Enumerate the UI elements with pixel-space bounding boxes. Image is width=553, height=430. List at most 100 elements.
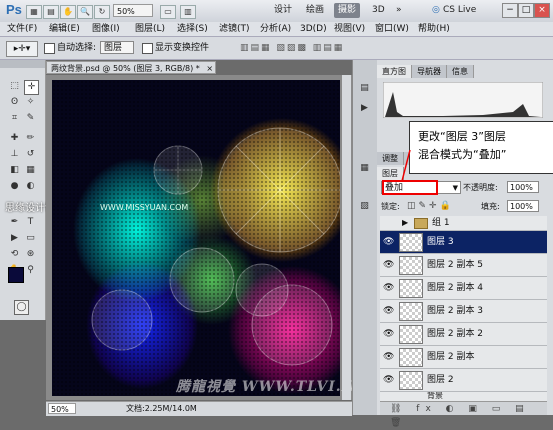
zoom-tool-icon-2[interactable]: ⚲	[24, 264, 37, 277]
flower-blue	[91, 289, 153, 351]
menu-layer[interactable]: 图层(L)	[132, 22, 168, 36]
3d-orbit-icon[interactable]: ⊛	[24, 248, 37, 261]
layer-row[interactable]: 👁 图层 2 副本 3	[380, 300, 547, 323]
menu-window[interactable]: 窗口(W)	[372, 22, 412, 36]
type-tool-icon[interactable]: T	[24, 216, 37, 229]
tab-info[interactable]: 信息	[447, 65, 474, 78]
healing-brush-icon[interactable]: ✚	[8, 132, 21, 145]
mini-bridge-icon[interactable]: ▤	[43, 5, 59, 19]
workspace-photography[interactable]: 摄影	[334, 3, 361, 18]
zoom-level-select[interactable]: 50%	[113, 4, 153, 17]
move-tool-preset-icon[interactable]: ▸✛▾	[6, 41, 38, 57]
history-brush-icon[interactable]: ↺	[24, 148, 37, 161]
visibility-eye-icon[interactable]: 👁	[383, 306, 394, 316]
visibility-eye-icon[interactable]: 👁	[383, 283, 394, 293]
layers-footer-buttons[interactable]: ⛓ fx ◐ ▣ ▭ ▤ 🗑	[380, 401, 547, 428]
align-buttons[interactable]: ▥▤▦ ▧▨▩ ▥▤▦	[240, 41, 390, 55]
menu-help[interactable]: 帮助(H)	[415, 22, 453, 36]
history-panel-icon[interactable]: ▤	[358, 82, 371, 95]
arrange-documents-icon[interactable]: ▥	[180, 5, 196, 19]
close-button[interactable]: ×	[534, 3, 550, 18]
blend-mode-arrow-icon: ▼	[452, 184, 458, 192]
layer-row-selected[interactable]: 👁 图层 3	[380, 231, 547, 254]
opacity-label: 不透明度:	[463, 183, 498, 192]
panel-icon-strip: ▤ ▶ ▦ ▨	[352, 60, 377, 415]
magic-wand-icon[interactable]: ✧	[24, 96, 37, 109]
auto-select-checkbox[interactable]	[44, 43, 55, 54]
gradient-tool-icon[interactable]: ▦	[24, 164, 37, 177]
brush-tool-icon[interactable]: ✏	[24, 132, 37, 145]
pen-tool-icon[interactable]: ✒	[8, 216, 21, 229]
rotate-view-icon[interactable]: ↻	[94, 5, 110, 19]
group-expand-icon[interactable]: ▶	[402, 218, 408, 227]
layer-row[interactable]: 👁 图层 2 副本 5	[380, 254, 547, 277]
bridge-icon[interactable]: ▦	[26, 5, 42, 19]
layer-row[interactable]: 👁 图层 2 副本 4	[380, 277, 547, 300]
clone-stamp-icon[interactable]: ⊥	[8, 148, 21, 161]
vertical-scrollbar[interactable]	[342, 75, 351, 400]
layer-row[interactable]: 👁 图层 2	[380, 369, 547, 392]
3d-rotate-icon[interactable]: ⟲	[8, 248, 21, 261]
menu-analysis[interactable]: 分析(A)	[257, 22, 294, 36]
workspace-design[interactable]: 设计	[270, 3, 296, 18]
callout-line-2: 混合模式为“叠加”	[418, 148, 507, 161]
menu-file[interactable]: 文件(F)	[4, 22, 40, 36]
menu-filter[interactable]: 滤镜(T)	[216, 22, 253, 36]
workspace-painting[interactable]: 绘画	[302, 3, 328, 18]
show-transform-checkbox[interactable]	[142, 43, 153, 54]
status-zoom-field[interactable]: 50%	[48, 403, 76, 414]
eyedropper-icon[interactable]: ✎	[24, 112, 37, 125]
tab-histogram[interactable]: 直方图	[377, 65, 412, 78]
document-tab[interactable]: 两纹背景.psd @ 50% (图层 3, RGB/8) * ×	[46, 61, 216, 74]
layer-thumbnail	[399, 233, 423, 252]
shape-tool-icon[interactable]: ▭	[24, 232, 37, 245]
menu-view[interactable]: 视图(V)	[331, 22, 368, 36]
layer-row[interactable]: 👁 图层 2 副本	[380, 346, 547, 369]
options-bar: ▸✛▾ 自动选择: 图层 显示变换控件 ▥▤▦ ▧▨▩ ▥▤▦	[0, 37, 553, 60]
menu-select[interactable]: 选择(S)	[174, 22, 211, 36]
styles-panel-icon[interactable]: ▨	[358, 200, 371, 213]
dodge-tool-icon[interactable]: ◐	[24, 180, 37, 193]
path-select-icon[interactable]: ▶	[8, 232, 21, 245]
swatches-panel-icon[interactable]: ▦	[358, 162, 371, 175]
menu-3d[interactable]: 3D(D)	[297, 22, 330, 36]
eraser-tool-icon[interactable]: ◧	[8, 164, 21, 177]
tab-navigator[interactable]: 导航器	[412, 65, 447, 78]
menu-image[interactable]: 图像(I)	[89, 22, 123, 36]
opacity-input[interactable]: 100%	[507, 181, 539, 193]
flower-yellow-large	[217, 127, 340, 253]
zoom-tool-icon[interactable]: 🔍	[77, 5, 93, 19]
document-canvas[interactable]	[52, 80, 340, 396]
quick-mask-icon[interactable]: ◯	[14, 300, 29, 315]
lock-icons[interactable]: ◫✎✛🔒	[407, 200, 454, 212]
visibility-eye-icon[interactable]: 👁	[383, 329, 394, 339]
marquee-tool-icon[interactable]: ⬚	[8, 80, 21, 93]
move-tool-icon[interactable]: ✛	[24, 80, 39, 95]
foreground-color-swatch[interactable]	[8, 267, 24, 283]
cs-live-button[interactable]: ◎ CS Live	[432, 3, 476, 18]
layer-row[interactable]: 👁 图层 2 副本 2	[380, 323, 547, 346]
screen-mode-icon[interactable]: ▭	[160, 5, 176, 19]
blur-tool-icon[interactable]: ●	[8, 180, 21, 193]
crop-tool-icon[interactable]: ⌗	[8, 112, 21, 125]
lasso-tool-icon[interactable]: ʘ	[8, 96, 21, 109]
document-tab-close[interactable]: ×	[206, 64, 213, 73]
tools-header	[0, 60, 45, 68]
visibility-eye-icon[interactable]: 👁	[383, 237, 394, 247]
auto-select-dropdown[interactable]: 图层	[100, 41, 134, 54]
menu-bar: 文件(F) 编辑(E) 图像(I) 图层(L) 选择(S) 滤镜(T) 分析(A…	[0, 22, 553, 37]
fill-input[interactable]: 100%	[507, 200, 539, 212]
workspace-3d[interactable]: 3D	[368, 3, 389, 18]
layer-name: 图层 2 副本 2	[427, 329, 484, 339]
minimize-button[interactable]: −	[502, 3, 518, 18]
hand-tool-icon[interactable]: ✋	[60, 5, 76, 19]
actions-panel-icon[interactable]: ▶	[358, 102, 371, 115]
layer-row-group[interactable]: ▶ 组 1	[380, 216, 547, 231]
menu-edit[interactable]: 编辑(E)	[46, 22, 83, 36]
visibility-eye-icon[interactable]: 👁	[383, 352, 394, 362]
visibility-eye-icon[interactable]: 👁	[383, 260, 394, 270]
maximize-button[interactable]: □	[518, 3, 534, 18]
visibility-eye-icon[interactable]: 👁	[383, 375, 394, 385]
status-doc-info: 文档:2.25M/14.0M	[126, 404, 197, 413]
workspace-more[interactable]: »	[392, 3, 406, 18]
